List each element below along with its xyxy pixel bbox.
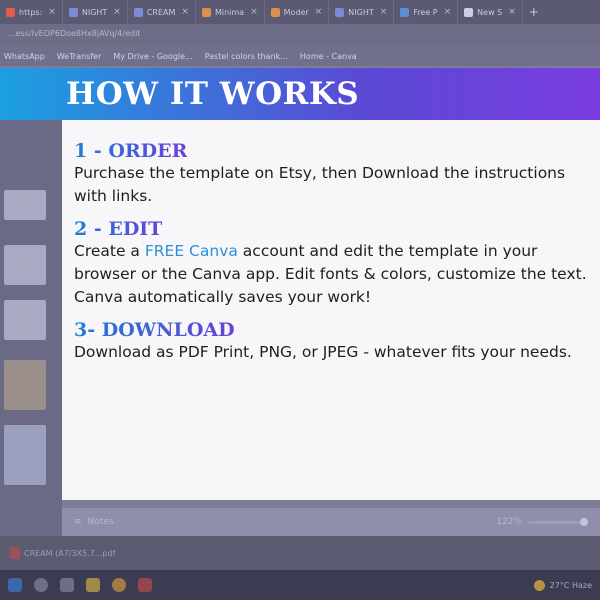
bookmark-item[interactable]: WhatsApp <box>4 52 45 61</box>
step-edit: 2 - EDIT Create a FREE Canva account and… <box>74 218 588 309</box>
browser-tab[interactable]: NIGHT × <box>63 0 128 24</box>
step-description: Create a FREE Canva account and edit the… <box>74 242 587 306</box>
chrome-icon[interactable] <box>112 578 126 592</box>
tab-favicon-icon <box>335 7 345 17</box>
close-icon[interactable]: × <box>48 7 56 17</box>
tab-favicon-icon <box>464 7 474 17</box>
page-thumbnail[interactable] <box>4 300 46 340</box>
step-order: 1 - ORDER Purchase the template on Etsy,… <box>74 140 588 208</box>
browser-tab-bar: https: × NIGHT × CREAM × Minima × Moder × NIG… <box>0 0 600 24</box>
browser-tab[interactable]: CREAM × <box>128 0 196 24</box>
file-explorer-icon[interactable] <box>86 578 100 592</box>
browser-tab[interactable]: Moder × <box>265 0 330 24</box>
zoom-level: 122% <box>496 517 522 527</box>
title-banner: HOW IT WORKS <box>0 68 600 120</box>
tab-favicon-icon <box>201 7 211 17</box>
tab-favicon-icon <box>68 7 78 17</box>
close-icon[interactable]: × <box>181 7 189 17</box>
step-download: 3- DOWNLOAD Download as PDF Print, PNG, … <box>74 319 588 364</box>
bookmark-item[interactable]: WeTransfer <box>57 52 102 61</box>
close-icon[interactable]: × <box>113 7 121 17</box>
bookmark-item[interactable]: Pastel colors thank... <box>205 52 288 61</box>
task-view-icon[interactable] <box>60 578 74 592</box>
slider-handle[interactable] <box>580 517 588 526</box>
close-icon[interactable]: × <box>315 7 323 17</box>
sun-icon <box>533 579 545 591</box>
step-description: Download as PDF Print, PNG, or JPEG - wh… <box>74 343 572 361</box>
tab-favicon-icon <box>400 7 410 17</box>
browser-tab[interactable]: NIGHT × <box>329 0 395 24</box>
close-icon[interactable]: × <box>508 7 516 17</box>
address-bar[interactable]: ...ess/IvEOP6Doe8Hx8jAVq/4/edit <box>0 24 600 46</box>
browser-tab[interactable]: https: × <box>0 0 63 24</box>
downloads-bar: CREAM (A7/3X5.7...pdf <box>0 536 600 570</box>
search-icon[interactable] <box>34 578 48 592</box>
browser-tab[interactable]: New S × <box>458 0 523 24</box>
page-thumbnails-panel <box>0 80 62 536</box>
step-title: 3- DOWNLOAD <box>74 319 235 341</box>
close-icon[interactable]: × <box>444 7 452 17</box>
windows-taskbar: 27°C Haze <box>0 570 600 600</box>
notes-button[interactable]: Notes <box>88 517 114 527</box>
tab-favicon-icon <box>270 7 280 17</box>
step-description: Purchase the template on Etsy, then Down… <box>74 164 566 205</box>
close-icon[interactable]: × <box>250 7 258 17</box>
close-icon[interactable]: × <box>380 7 388 17</box>
page-thumbnail[interactable] <box>4 190 46 220</box>
zoom-slider[interactable] <box>528 517 588 526</box>
download-item[interactable]: CREAM (A7/3X5.7...pdf <box>10 547 115 559</box>
pdf-file-icon <box>10 547 20 559</box>
weather-widget[interactable]: 27°C Haze <box>533 579 592 591</box>
step-title: 1 - ORDER <box>74 140 188 162</box>
page-title: HOW IT WORKS <box>66 76 360 112</box>
step-title: 2 - EDIT <box>74 218 163 240</box>
page-thumbnail[interactable] <box>4 360 46 410</box>
bookmark-item[interactable]: My Drive - Google... <box>113 52 192 61</box>
page-thumbnail[interactable] <box>4 245 46 285</box>
instructions-panel: 1 - ORDER Purchase the template on Etsy,… <box>62 120 600 500</box>
editor-footer: ≡ Notes 122% <box>62 508 600 536</box>
browser-tab[interactable]: Minima × <box>196 0 265 24</box>
bookmarks-bar: WhatsApp WeTransfer My Drive - Google...… <box>0 46 600 66</box>
page-thumbnail[interactable] <box>4 425 46 485</box>
tab-favicon-icon <box>6 7 15 17</box>
new-tab-button[interactable]: + <box>523 0 545 24</box>
notes-icon[interactable]: ≡ <box>74 517 82 527</box>
windows-start-icon[interactable] <box>8 578 22 592</box>
browser-tab[interactable]: Free P × <box>394 0 459 24</box>
free-canva-link[interactable]: FREE Canva <box>145 242 238 260</box>
app-icon[interactable] <box>138 578 152 592</box>
bookmark-item[interactable]: Home - Canva <box>300 52 357 61</box>
tab-favicon-icon <box>133 7 143 17</box>
